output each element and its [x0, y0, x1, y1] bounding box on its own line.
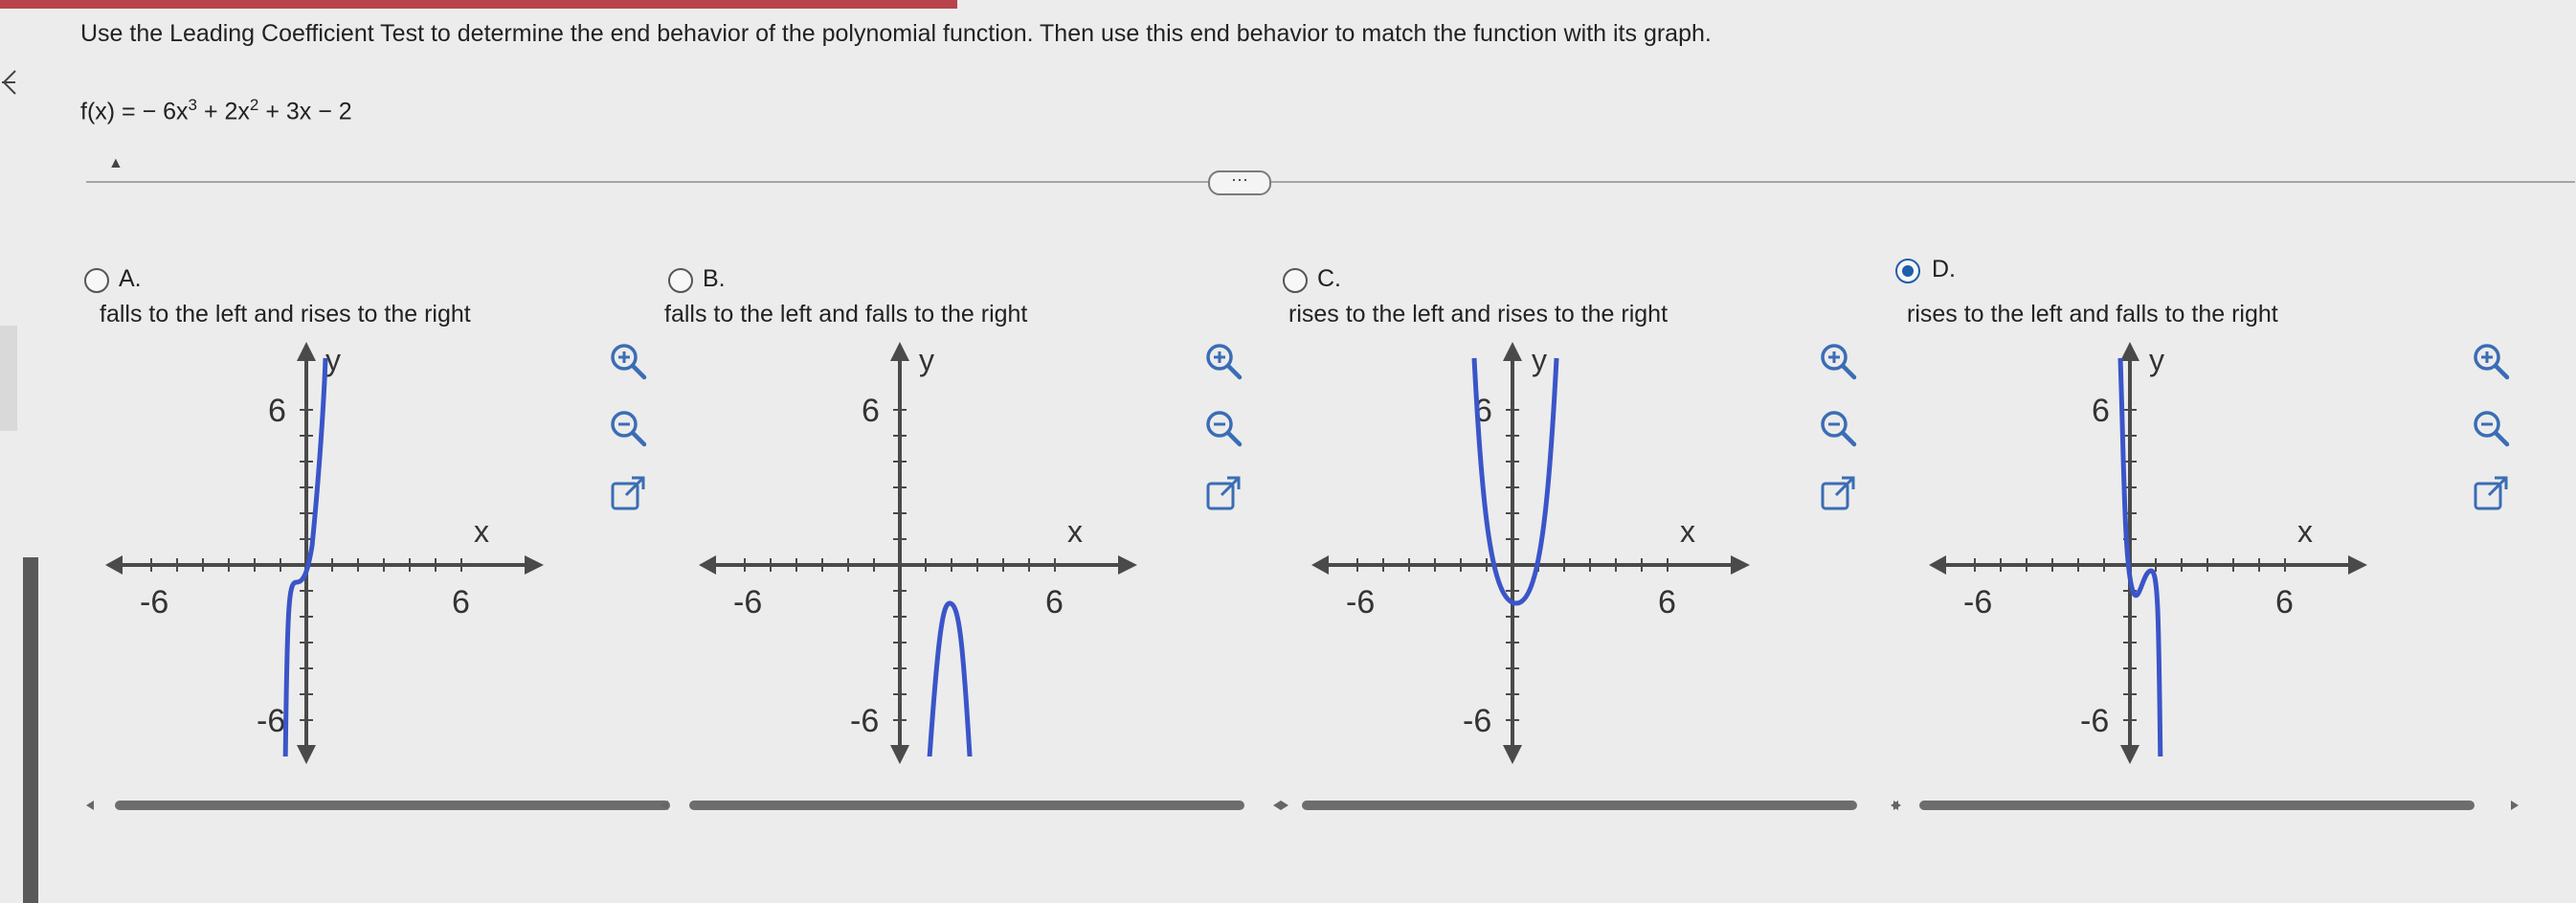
- graph-horizontal-scrollbar[interactable]: [84, 788, 716, 823]
- graph-horizontal-scrollbar[interactable]: [1889, 788, 2520, 823]
- option-radio-c[interactable]: [1283, 268, 1308, 293]
- zoom-out-icon[interactable]: [1817, 407, 1859, 449]
- scroll-left-arrow[interactable]: [661, 801, 668, 810]
- left-scrollbar[interactable]: [23, 557, 38, 903]
- x-tick-label-pos: 6: [1045, 584, 1064, 621]
- left-panel-edge: [0, 326, 17, 431]
- x-axis-right-arrow: [1731, 555, 1750, 575]
- x-axis-left-arrow: [1311, 555, 1329, 575]
- x-axis-label: x: [1067, 514, 1083, 549]
- zoom-in-icon[interactable]: [1817, 340, 1859, 382]
- zoom-out-icon[interactable]: [1202, 407, 1244, 449]
- y-axis-down-arrow: [890, 745, 909, 764]
- scroll-thumb[interactable]: [1919, 801, 2475, 810]
- y-tick-label-pos: 6: [268, 393, 286, 429]
- option-letter: C.: [1317, 265, 1341, 292]
- scroll-left-arrow[interactable]: [1273, 801, 1281, 810]
- x-tick-label-pos: 6: [1658, 584, 1676, 621]
- y-axis-down-arrow: [297, 745, 316, 764]
- zoom-in-icon[interactable]: [1202, 340, 1244, 382]
- y-axis-down-arrow: [2120, 745, 2139, 764]
- y-tick-label-neg: -6: [850, 703, 879, 739]
- scroll-thumb[interactable]: [115, 801, 670, 810]
- function-curve: [927, 600, 973, 756]
- zoom-in-icon[interactable]: [2470, 340, 2512, 382]
- open-external-icon[interactable]: [1202, 474, 1244, 516]
- y-axis-up-arrow: [297, 342, 316, 361]
- y-axis-down-arrow: [1503, 745, 1522, 764]
- section-divider: [86, 181, 2575, 183]
- function-curve: [2117, 357, 2163, 756]
- option-letter: A.: [119, 265, 142, 292]
- x-axis-right-arrow: [2348, 555, 2367, 575]
- open-external-icon[interactable]: [1817, 474, 1859, 516]
- question-instruction: Use the Leading Coefficient Test to dete…: [80, 20, 1712, 47]
- scroll-left-arrow[interactable]: [86, 801, 94, 810]
- x-axis-left-arrow: [699, 555, 716, 575]
- y-axis-label: y: [2149, 343, 2164, 377]
- option-letter: B.: [703, 265, 726, 292]
- polynomial-function: f(x) = − 6x3 + 2x2 + 3x − 2: [80, 96, 352, 125]
- open-external-icon[interactable]: [2470, 474, 2512, 516]
- y-tick-label-pos: 6: [862, 393, 880, 429]
- x-axis-left-arrow: [105, 555, 123, 575]
- zoom-out-icon[interactable]: [607, 407, 649, 449]
- x-tick-label-pos: 6: [2275, 584, 2294, 621]
- more-button[interactable]: ···: [1208, 170, 1271, 195]
- x-axis-label: x: [1680, 514, 1695, 549]
- x-axis-left-arrow: [1929, 555, 1946, 575]
- option-description: falls to the left and rises to the right: [100, 301, 471, 327]
- y-axis-label: y: [1532, 343, 1547, 377]
- x-tick-label-neg: -6: [733, 584, 762, 621]
- option-radio-a[interactable]: [84, 268, 109, 293]
- graph-option-c[interactable]: yx-6 66-6: [1311, 340, 1752, 766]
- graph-option-d[interactable]: y x -6 6 6 -6: [1929, 340, 2369, 766]
- graph-horizontal-scrollbar[interactable]: [1271, 788, 1903, 823]
- scroll-left-arrow[interactable]: [1891, 801, 1898, 810]
- y-axis-up-arrow: [1503, 342, 1522, 361]
- option-description: falls to the left and falls to the right: [664, 301, 1028, 327]
- option-description: rises to the left and falls to the right: [1907, 301, 2278, 327]
- y-tick-label-neg: -6: [2080, 703, 2109, 739]
- x-tick-label-neg: -6: [1963, 584, 1992, 621]
- top-accent-bar: [0, 0, 957, 9]
- x-tick-label-neg: -6: [1346, 584, 1375, 621]
- y-axis-label: y: [919, 343, 934, 377]
- x-axis-label: x: [2297, 514, 2313, 549]
- x-tick-label-pos: 6: [452, 584, 470, 621]
- option-radio-d[interactable]: [1895, 259, 1920, 283]
- option-radio-b[interactable]: [668, 268, 693, 293]
- y-axis-up-arrow: [2120, 342, 2139, 361]
- y-tick-label-neg: -6: [257, 703, 285, 739]
- x-axis-label: x: [474, 514, 489, 549]
- graph-option-b[interactable]: y x -6 6 6 -6: [699, 340, 1139, 766]
- zoom-out-icon[interactable]: [2470, 407, 2512, 449]
- x-axis-right-arrow: [525, 555, 544, 575]
- open-external-icon[interactable]: [607, 474, 649, 516]
- graph-horizontal-scrollbar[interactable]: [659, 788, 1290, 823]
- y-axis-up-arrow: [890, 342, 909, 361]
- option-description: rises to the left and rises to the right: [1288, 301, 1669, 327]
- zoom-in-icon[interactable]: [607, 340, 649, 382]
- y-tick-label-pos: 6: [2092, 393, 2110, 429]
- back-arrow-icon[interactable]: [2, 63, 57, 102]
- scroll-right-arrow[interactable]: [2511, 801, 2519, 810]
- x-axis-right-arrow: [1118, 555, 1137, 575]
- x-tick-label-neg: -6: [140, 584, 168, 621]
- y-tick-label-neg: -6: [1463, 703, 1491, 739]
- collapse-caret-icon[interactable]: ▲: [108, 155, 123, 172]
- scroll-thumb[interactable]: [1302, 801, 1857, 810]
- option-letter: D.: [1932, 256, 1956, 282]
- scroll-thumb[interactable]: [689, 801, 1244, 810]
- graph-option-a[interactable]: yx-6 66-6: [105, 340, 546, 766]
